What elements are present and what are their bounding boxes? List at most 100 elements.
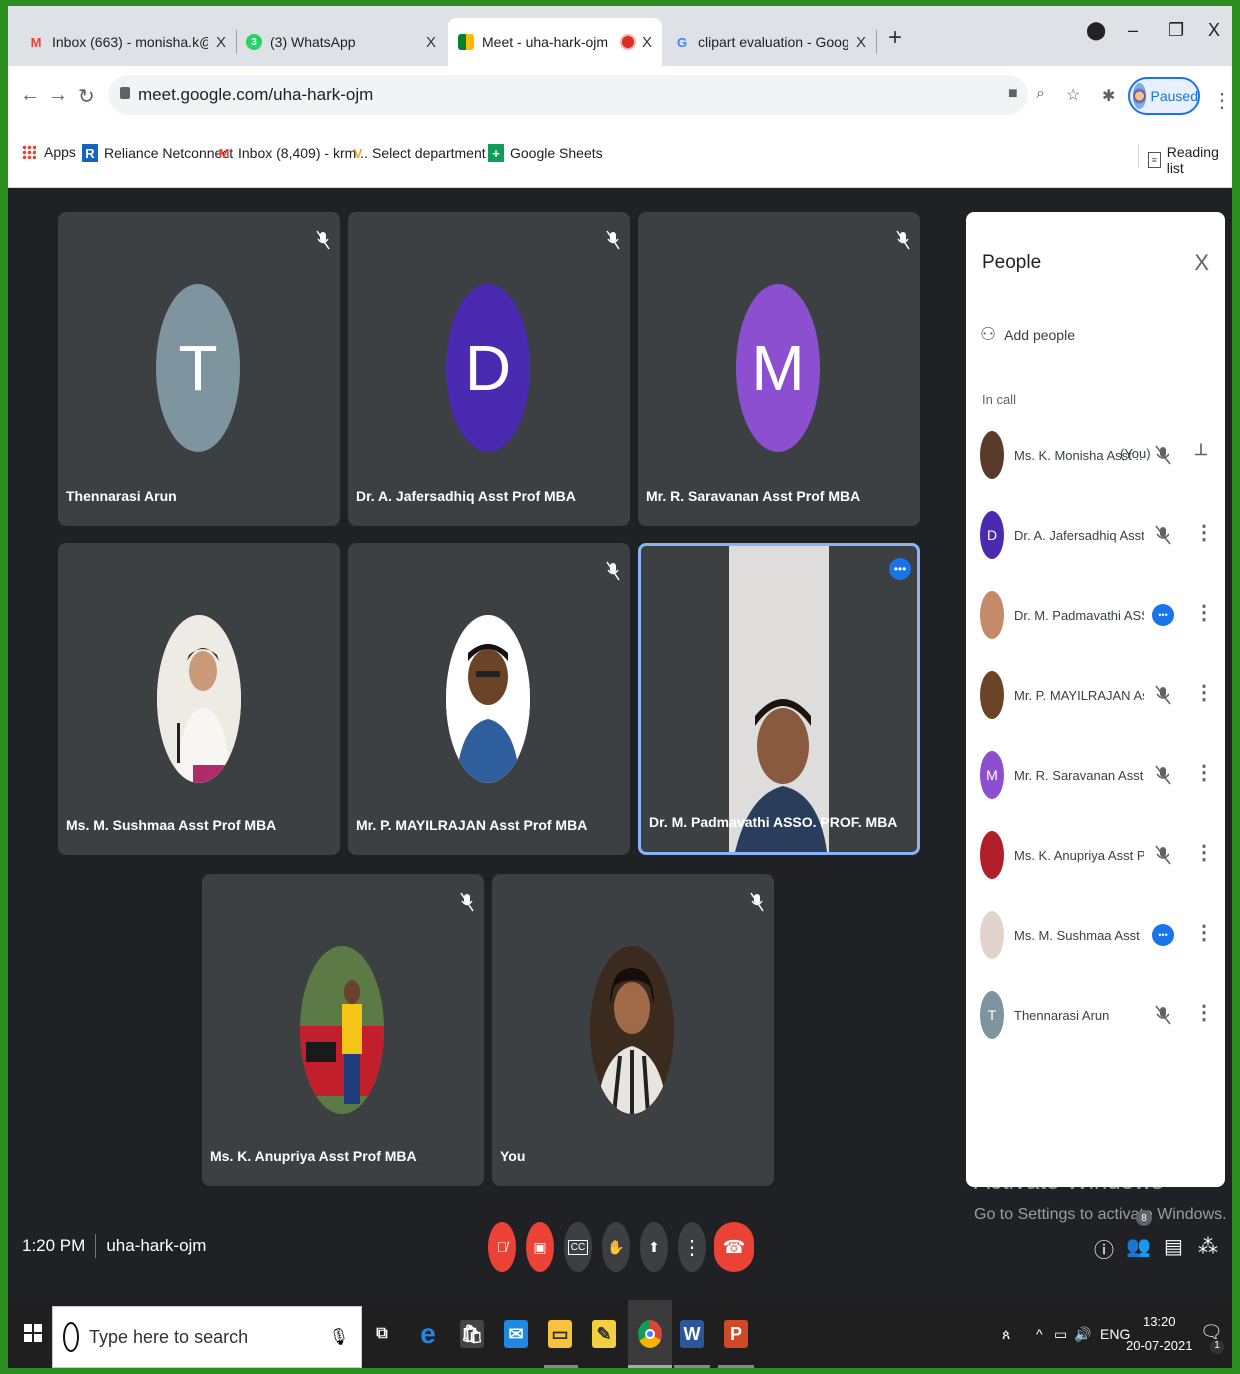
reading-list-button[interactable]: ≡ Reading list [1148, 144, 1232, 176]
tile-thennarasi-arun[interactable]: T Thennarasi Arun [58, 212, 340, 526]
close-tab-icon[interactable]: X [856, 34, 866, 51]
participant-row[interactable]: Ms. K. Monisha Asst ... (You) ⊥ [980, 430, 1216, 480]
tile-sushmaa[interactable]: Ms. M. Sushmaa Asst Prof MBA [58, 543, 340, 855]
more-options-icon[interactable]: ⋮ [1194, 840, 1214, 865]
zoom-icon[interactable]: ⌕ [1036, 85, 1045, 103]
people-icon[interactable]: 👥 [1126, 1234, 1151, 1259]
avatar-m: M [736, 284, 820, 452]
hand-icon: ✋ [607, 1238, 625, 1255]
task-view-icon[interactable]: ⧉ [370, 1320, 394, 1348]
reload-icon[interactable]: ↻ [78, 84, 95, 109]
tile-anupriya[interactable]: Ms. K. Anupriya Asst Prof MBA [202, 874, 484, 1186]
info-icon[interactable]: ⓘ [1094, 1234, 1114, 1263]
taskbar-clock[interactable]: 13:20 20-07-2021 [1126, 1310, 1193, 1358]
participant-row[interactable]: Dr. M. Padmavathi ASSO. P... ••• ⋮ [980, 590, 1216, 640]
profile-button[interactable]: Paused [1128, 77, 1200, 115]
close-tab-icon[interactable]: X [426, 34, 436, 51]
people-tray-icon[interactable]: ጰ [1002, 1326, 1010, 1343]
department-icon: V [353, 145, 363, 161]
restore-icon[interactable]: ❐ [1168, 20, 1184, 41]
bookmark-google-sheets[interactable]: + Google Sheets [488, 144, 603, 162]
mic-off-button[interactable]: 🎙̸ [488, 1222, 516, 1272]
tile-padmavathi[interactable]: ••• Dr. M. Padmavathi ASSO. PROF. MBA [638, 543, 920, 855]
browser-menu-icon[interactable]: ⋮ [1212, 88, 1232, 113]
volume-icon[interactable]: 🔊 [1074, 1326, 1091, 1343]
tile-saravanan[interactable]: M Mr. R. Saravanan Asst Prof MBA [638, 212, 920, 526]
file-explorer-icon[interactable]: ▭ [548, 1320, 572, 1348]
network-icon[interactable]: ▭ [1054, 1326, 1067, 1343]
add-people-button[interactable]: ⚇ Add people [980, 324, 1075, 345]
sticky-notes-icon[interactable]: ✎ [592, 1320, 616, 1348]
bookmark-reliance[interactable]: R Reliance Netconnect [82, 144, 233, 162]
camera-off-icon: ▣ [533, 1238, 547, 1255]
activities-icon[interactable]: ⁂ [1198, 1234, 1218, 1259]
bookmark-inbox[interactable]: M Inbox (8,409) - krm... [216, 144, 368, 162]
mic-off-icon [1155, 685, 1171, 705]
more-options-button[interactable]: ⋮ [678, 1222, 706, 1272]
show-hidden-icons[interactable]: ^ [1036, 1326, 1043, 1342]
raise-hand-button[interactable]: ✋ [602, 1222, 630, 1272]
participant-avatar: M [980, 751, 1004, 799]
lock-icon [120, 87, 130, 99]
bookmark-apps[interactable]: Apps [22, 144, 76, 160]
powerpoint-icon[interactable]: P [724, 1320, 748, 1348]
back-icon[interactable]: ← [20, 84, 40, 107]
participant-row[interactable]: T Thennarasi Arun ⋮ [980, 990, 1216, 1040]
more-options-icon[interactable]: ⋮ [1194, 920, 1214, 945]
extensions-icon[interactable]: ✱ [1102, 86, 1115, 106]
participant-row[interactable]: D Dr. A. Jafersadhiq Asst Prof... ⋮ [980, 510, 1216, 560]
captions-button[interactable]: CC [564, 1222, 592, 1272]
tab-meet[interactable]: Meet - uha-hark-ojm X [448, 18, 662, 66]
tab-gmail[interactable]: M Inbox (663) - monisha.k@skct.edu X [18, 18, 236, 66]
new-tab-icon[interactable]: + [888, 24, 902, 52]
more-options-icon[interactable]: ⋮ [1194, 1000, 1214, 1025]
more-options-icon[interactable]: ⋮ [1194, 600, 1214, 625]
forward-icon[interactable]: → [48, 84, 68, 107]
more-options-icon[interactable]: ⋮ [1194, 520, 1214, 545]
avatar-photo [300, 946, 384, 1114]
mail-icon[interactable]: ✉ [504, 1320, 528, 1348]
leave-call-button[interactable]: ☎ [714, 1222, 754, 1272]
more-options-icon[interactable]: ⋮ [1194, 760, 1214, 785]
pin-icon[interactable]: ⊥ [1194, 440, 1208, 460]
tab-google-search[interactable]: G clipart evaluation - Google Search X [664, 18, 876, 66]
present-button[interactable]: ⬆ [640, 1222, 668, 1272]
tab-whatsapp[interactable]: 3 (3) WhatsApp X [236, 18, 446, 66]
more-options-icon[interactable]: ⋮ [1194, 680, 1214, 705]
participant-row[interactable]: Ms. K. Anupriya Asst Prof ... ⋮ [980, 830, 1216, 880]
bookmark-star-icon[interactable]: ☆ [1066, 85, 1080, 105]
store-icon[interactable]: 🛍 [460, 1320, 484, 1348]
chat-icon[interactable]: ▤ [1164, 1234, 1183, 1259]
tile-mayilrajan[interactable]: Mr. P. MAYILRAJAN Asst Prof MBA [348, 543, 630, 855]
taskbar-search[interactable]: Type here to search 🎙 [52, 1306, 362, 1368]
close-tab-icon[interactable]: X [216, 34, 226, 51]
avatar-photo [157, 615, 241, 783]
tile-jafersadhiq[interactable]: D Dr. A. Jafersadhiq Asst Prof MBA [348, 212, 630, 526]
profile-avatar [1133, 83, 1146, 109]
participant-row[interactable]: Ms. M. Sushmaa Asst Prof ... ••• ⋮ [980, 910, 1216, 960]
close-panel-icon[interactable]: X [1194, 250, 1209, 276]
windows-start-icon[interactable] [24, 1324, 42, 1342]
participant-row[interactable]: M Mr. R. Saravanan Asst Prof ... ⋮ [980, 750, 1216, 800]
microphone-icon[interactable]: 🎙 [329, 1327, 349, 1347]
minimize-icon[interactable]: – [1128, 20, 1138, 41]
participant-row[interactable]: Mr. P. MAYILRAJAN Asst Pr... ⋮ [980, 670, 1216, 720]
camera-off-button[interactable]: ▣ [526, 1222, 554, 1272]
word-icon[interactable]: W [680, 1320, 704, 1348]
tab-search-icon[interactable]: ⬤ [1086, 20, 1106, 41]
mic-off-icon [1155, 845, 1171, 865]
close-window-icon[interactable]: X [1208, 20, 1220, 41]
mic-off-icon [1155, 765, 1171, 785]
tile-you[interactable]: You [492, 874, 774, 1186]
bookmark-select-department[interactable]: V Select department t... [350, 144, 505, 162]
present-screen-icon: ⬆ [648, 1238, 660, 1255]
camera-icon[interactable]: ■ [1008, 85, 1018, 103]
close-tab-icon[interactable]: X [642, 34, 652, 51]
chrome-icon[interactable] [638, 1320, 662, 1348]
more-options-icon[interactable]: ••• [889, 558, 911, 580]
address-bar[interactable]: meet.google.com/uha-hark-ojm ■ ⌕ ☆ [108, 75, 1080, 115]
recording-icon [621, 36, 634, 48]
edge-icon[interactable]: e [416, 1318, 440, 1349]
mic-off-icon [1155, 525, 1171, 545]
add-person-icon: ⚇ [980, 324, 997, 344]
